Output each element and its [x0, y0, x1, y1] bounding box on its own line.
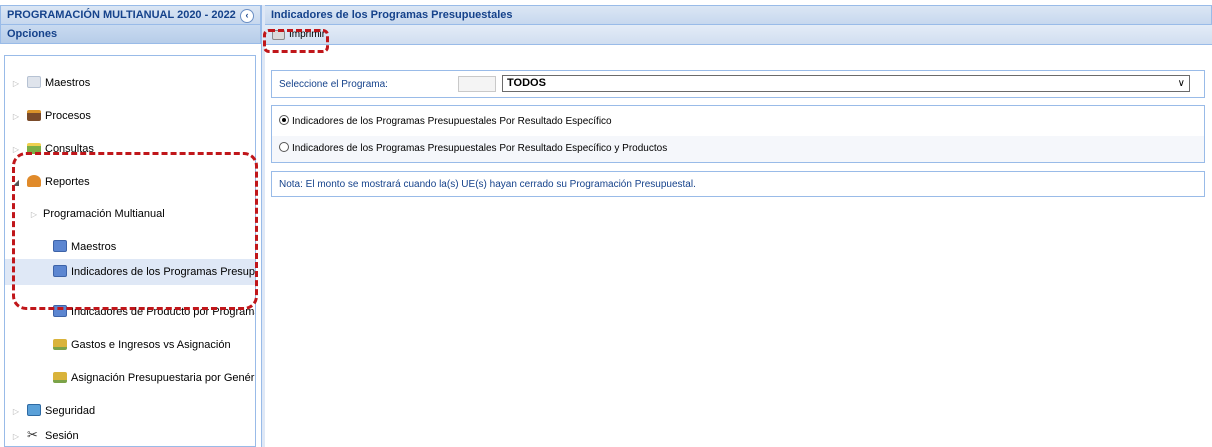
- radio-unselected[interactable]: [279, 142, 289, 152]
- highlight-reportes: [12, 152, 258, 310]
- tree-item-seguridad[interactable]: ▷ Seguridad: [5, 400, 255, 422]
- option-label: Indicadores de los Programas Presupuesta…: [292, 143, 668, 154]
- money-icon: [53, 339, 67, 350]
- tree-item-maestros[interactable]: ▷ Maestros: [5, 72, 255, 94]
- tree-item-asignacion-presupuestaria[interactable]: Asignación Presupuestaria por Genérica: [5, 367, 255, 389]
- tree-item-sesion[interactable]: ▷ ✂ Sesión: [5, 425, 255, 447]
- expand-arrow-icon[interactable]: ▷: [11, 73, 21, 94]
- option-resultado-especifico-productos[interactable]: Indicadores de los Programas Presupuesta…: [272, 136, 1204, 162]
- expand-arrow-icon[interactable]: ▷: [11, 401, 21, 422]
- program-label: Seleccione el Programa:: [279, 79, 388, 90]
- option-label: Indicadores de los Programas Presupuesta…: [292, 116, 612, 127]
- toolbar: Imprimir: [265, 25, 1212, 45]
- sidebar: PROGRAMACIÓN MULTIANUAL 2020 - 2022 ‹ Op…: [0, 5, 262, 447]
- report-options-panel: Indicadores de los Programas Presupuesta…: [271, 105, 1205, 163]
- expand-arrow-icon[interactable]: ▷: [11, 106, 21, 127]
- expand-arrow-icon[interactable]: ▷: [11, 426, 21, 447]
- main-panel: Indicadores de los Programas Presupuesta…: [263, 5, 1212, 447]
- tree-item-label: Sesión: [45, 430, 79, 442]
- program-code-input[interactable]: [458, 76, 496, 92]
- tree-item-gastos-ingresos[interactable]: Gastos e Ingresos vs Asignación: [5, 334, 255, 356]
- money-icon: [53, 372, 67, 383]
- note-panel: Nota: El monto se mostrará cuando la(s) …: [271, 171, 1205, 197]
- program-select-value: TODOS: [507, 77, 546, 89]
- tree-item-label: Seguridad: [45, 405, 96, 417]
- option-resultado-especifico[interactable]: Indicadores de los Programas Presupuesta…: [272, 109, 1204, 135]
- options-header: Opciones: [0, 25, 261, 44]
- tree-item-procesos[interactable]: ▷ Procesos: [5, 105, 255, 127]
- tree-item-label: Maestros: [45, 77, 91, 89]
- program-selector-panel: Seleccione el Programa: TODOS ∨: [271, 70, 1205, 98]
- book-icon: [27, 110, 41, 121]
- tools-icon: ✂: [27, 427, 38, 442]
- app-title-text: PROGRAMACIÓN MULTIANUAL 2020 - 2022: [7, 9, 236, 21]
- chevron-down-icon: ∨: [1177, 78, 1185, 89]
- tree-item-label: Asignación Presupuestaria por Genérica: [71, 372, 255, 384]
- folder-icon: [27, 76, 41, 88]
- highlight-print: [263, 29, 329, 53]
- radio-selected[interactable]: [279, 115, 289, 125]
- program-select[interactable]: TODOS ∨: [502, 75, 1190, 92]
- tree-item-label: Gastos e Ingresos vs Asignación: [71, 339, 231, 351]
- users-icon: [27, 404, 41, 416]
- page-title: Indicadores de los Programas Presupuesta…: [265, 5, 1212, 25]
- collapse-icon[interactable]: ‹: [240, 9, 254, 23]
- tree-item-label: Procesos: [45, 110, 91, 122]
- note-text: Nota: El monto se mostrará cuando la(s) …: [279, 179, 696, 190]
- app-title: PROGRAMACIÓN MULTIANUAL 2020 - 2022 ‹: [0, 5, 261, 25]
